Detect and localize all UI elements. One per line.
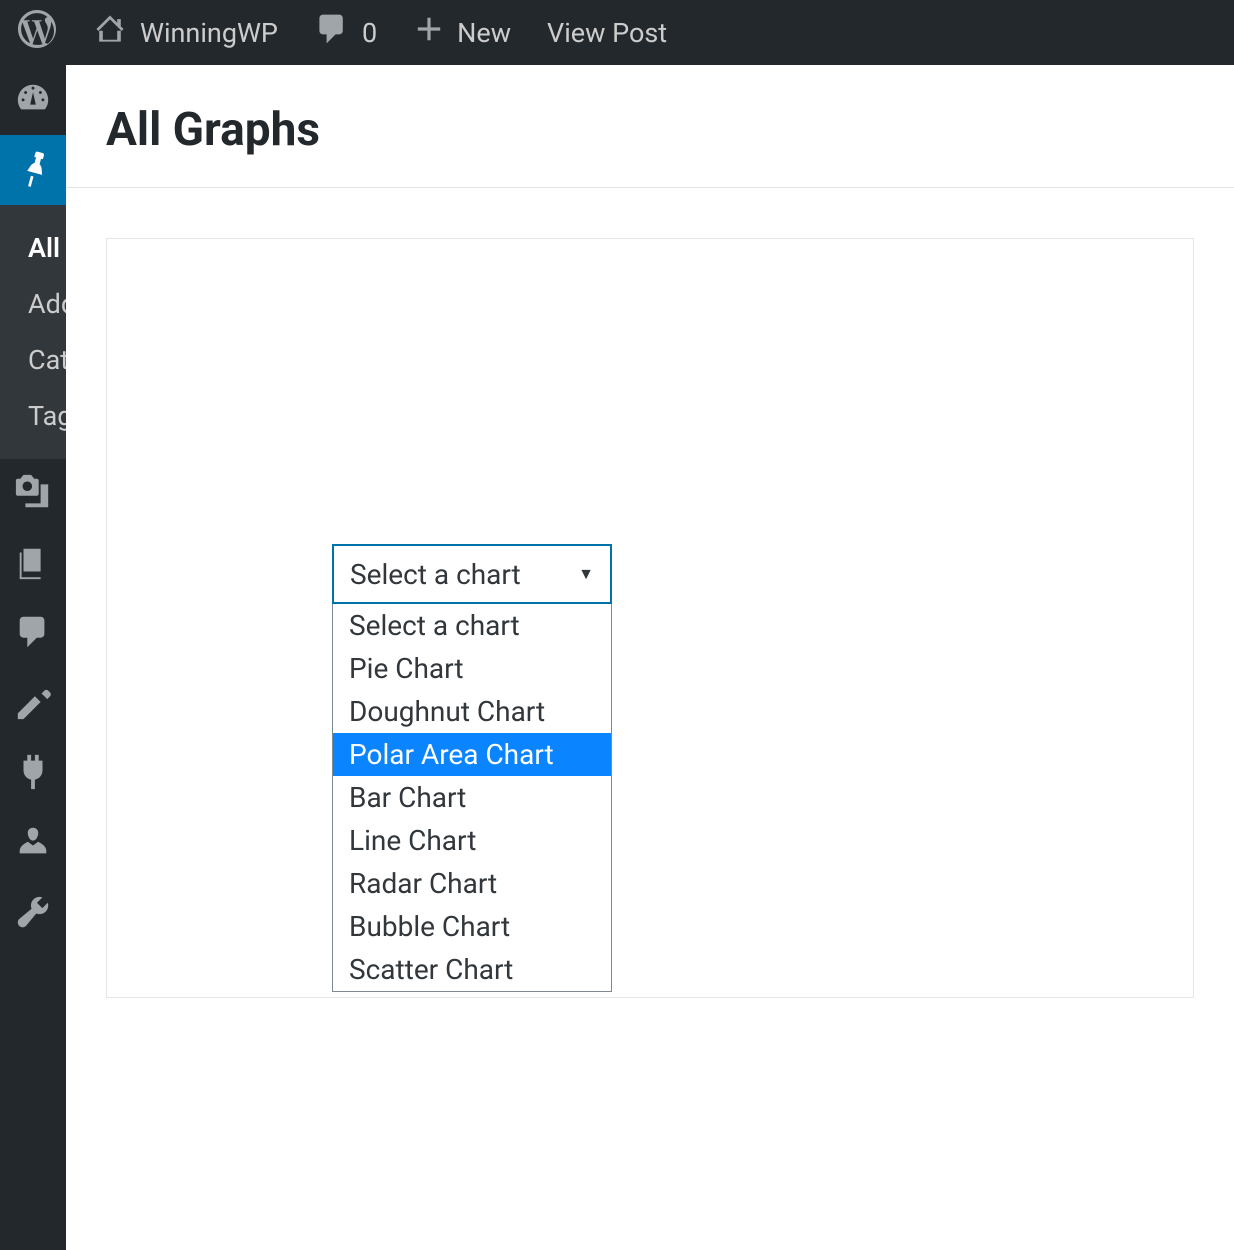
sidebar-item-dashboard[interactable] xyxy=(0,65,66,135)
sidebar-item-users[interactable] xyxy=(0,809,66,879)
admin-toolbar: WinningWP 0 New View Post xyxy=(0,0,1234,65)
view-post-label: View Post xyxy=(547,17,667,49)
chart-option-doughnut[interactable]: Doughnut Chart xyxy=(333,690,611,733)
comments-link[interactable]: 0 xyxy=(296,0,395,65)
chart-option-scatter[interactable]: Scatter Chart xyxy=(333,948,611,991)
site-name: WinningWP xyxy=(140,17,278,49)
view-post-link[interactable]: View Post xyxy=(529,0,685,65)
users-icon xyxy=(14,823,52,865)
page-title: All Graphs xyxy=(106,65,1194,187)
sidebar-item-tools[interactable] xyxy=(0,879,66,949)
chart-option-line[interactable]: Line Chart xyxy=(333,819,611,862)
pushpin-icon xyxy=(14,149,52,191)
sidebar-item-plugins[interactable] xyxy=(0,739,66,809)
main-content: All Graphs Select a chart ▼ Select a cha… xyxy=(66,65,1234,1250)
media-icon xyxy=(14,473,52,515)
site-home-link[interactable]: WinningWP xyxy=(74,0,296,65)
sidebar-item-appearance[interactable] xyxy=(0,669,66,739)
dashboard-icon xyxy=(14,79,52,121)
chart-type-select[interactable]: Select a chart ▼ xyxy=(332,544,612,604)
plus-icon xyxy=(413,13,445,52)
comment-count: 0 xyxy=(362,17,377,49)
graph-panel: Select a chart ▼ Select a chart Pie Char… xyxy=(106,238,1194,998)
chart-option-polar-area[interactable]: Polar Area Chart xyxy=(333,733,611,776)
chart-option-select-a-chart[interactable]: Select a chart xyxy=(333,604,611,647)
submenu-item-tags[interactable]: Tag xyxy=(0,388,66,444)
tools-icon xyxy=(14,893,52,935)
new-content-link[interactable]: New xyxy=(395,0,529,65)
appearance-icon xyxy=(14,683,52,725)
pages-icon xyxy=(14,543,52,585)
comment-icon xyxy=(314,11,350,54)
chevron-down-icon: ▼ xyxy=(578,564,594,584)
new-label: New xyxy=(457,17,511,49)
comments-icon xyxy=(14,613,52,655)
sidebar-item-media[interactable] xyxy=(0,459,66,529)
sidebar-submenu: All Add Cat Tag xyxy=(0,205,66,459)
submenu-item-all[interactable]: All xyxy=(0,220,66,276)
wordpress-logo-link[interactable] xyxy=(0,0,74,65)
admin-sidebar: All Add Cat Tag xyxy=(0,65,66,1250)
chart-option-bubble[interactable]: Bubble Chart xyxy=(333,905,611,948)
sidebar-item-posts[interactable] xyxy=(0,135,66,205)
wordpress-logo-icon xyxy=(18,10,56,55)
plugins-icon xyxy=(14,753,52,795)
submenu-item-categories[interactable]: Cat xyxy=(0,332,66,388)
chart-option-bar[interactable]: Bar Chart xyxy=(333,776,611,819)
submenu-item-add[interactable]: Add xyxy=(0,276,66,332)
home-icon xyxy=(92,11,128,54)
sidebar-item-comments[interactable] xyxy=(0,599,66,669)
chart-select-value: Select a chart xyxy=(350,558,521,591)
chart-option-pie[interactable]: Pie Chart xyxy=(333,647,611,690)
chart-type-dropdown: Select a chart Pie Chart Doughnut Chart … xyxy=(332,604,612,992)
sidebar-item-pages[interactable] xyxy=(0,529,66,599)
chart-option-radar[interactable]: Radar Chart xyxy=(333,862,611,905)
